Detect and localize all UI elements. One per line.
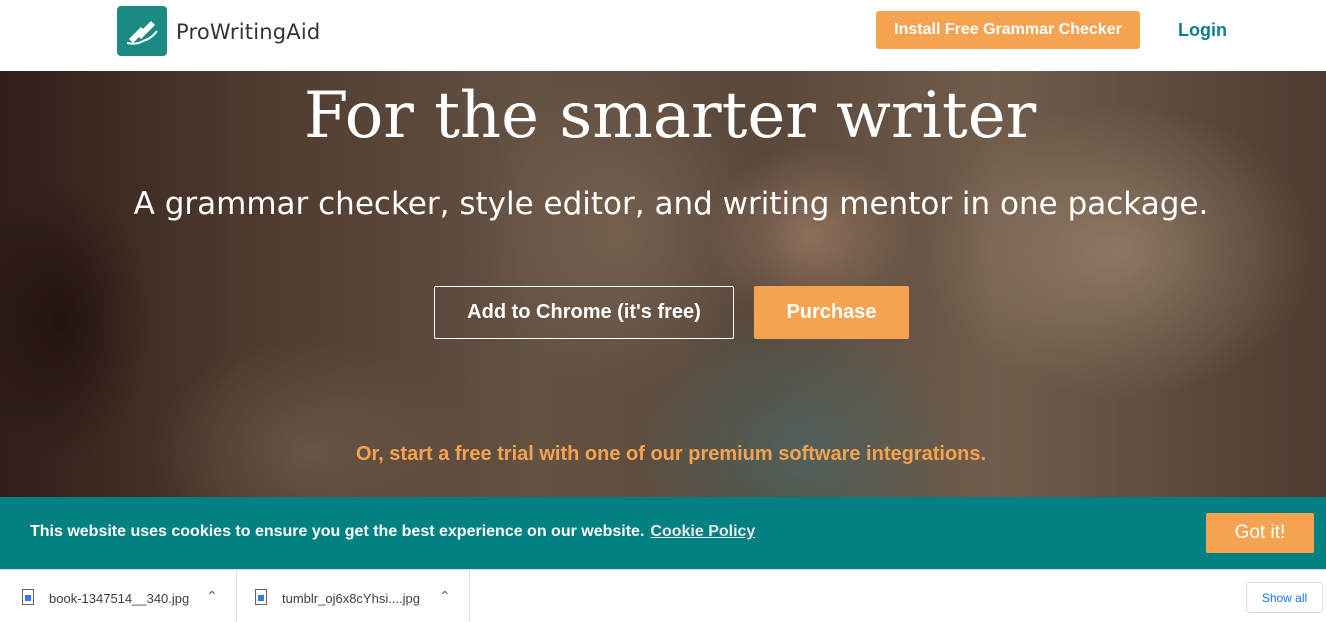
download-filename: book-1347514__340.jpg: [49, 591, 190, 606]
image-file-icon: [255, 589, 267, 605]
hero-title: For the smarter writer: [303, 79, 1037, 153]
chevron-up-icon[interactable]: ⌃: [206, 588, 218, 605]
cookie-policy-link[interactable]: Cookie Policy: [650, 523, 755, 540]
install-grammar-checker-button[interactable]: Install Free Grammar Checker: [876, 11, 1140, 49]
chevron-up-icon[interactable]: ⌃: [439, 588, 451, 605]
downloads-bar: book-1347514__340.jpg ⌃ tumblr_oj6x8cYhs…: [0, 569, 1326, 622]
download-item[interactable]: book-1347514__340.jpg ⌃: [0, 570, 237, 622]
download-filename: tumblr_oj6x8cYhsi....jpg: [282, 591, 421, 606]
purchase-button[interactable]: Purchase: [754, 286, 909, 339]
cookie-message-text: This website uses cookies to ensure you …: [30, 523, 645, 540]
free-trial-link[interactable]: Or, start a free trial with one of our p…: [0, 443, 1326, 466]
quill-pages-icon: [126, 21, 158, 45]
login-link[interactable]: Login: [1178, 20, 1227, 41]
brand-name[interactable]: ProWritingAid: [176, 20, 320, 44]
image-file-icon: [22, 589, 34, 605]
download-item[interactable]: tumblr_oj6x8cYhsi....jpg ⌃: [237, 570, 470, 622]
logo-icon[interactable]: [117, 6, 167, 56]
cookie-banner: This website uses cookies to ensure you …: [0, 497, 1326, 569]
show-all-downloads-button[interactable]: Show all: [1246, 582, 1323, 613]
hero-section: For the smarter writer A grammar checker…: [0, 71, 1326, 497]
hero-subtitle: A grammar checker, style editor, and wri…: [133, 186, 1209, 222]
cookie-accept-button[interactable]: Got it!: [1206, 513, 1314, 553]
cookie-message: This website uses cookies to ensure you …: [30, 523, 755, 541]
add-to-chrome-button[interactable]: Add to Chrome (it's free): [434, 286, 734, 339]
site-header: ProWritingAid Install Free Grammar Check…: [0, 0, 1326, 71]
